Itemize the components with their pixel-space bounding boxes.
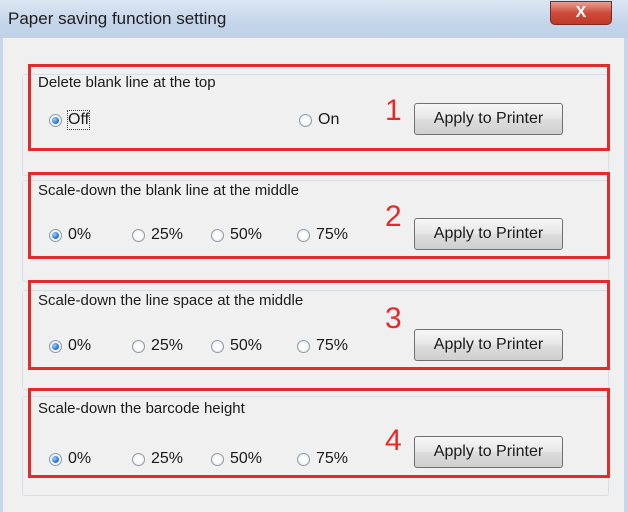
radio-unselected-icon (297, 452, 310, 466)
radio-label: 50% (230, 226, 263, 243)
radio-space-0[interactable]: 0% (49, 337, 91, 355)
apply-to-printer-button-3[interactable]: Apply to Printer (414, 329, 563, 361)
close-icon: X (575, 4, 587, 21)
radio-label: 25% (151, 226, 184, 243)
settings-pane: Delete blank line at the top Off On 1 Ap… (3, 38, 624, 512)
radio-blank-75[interactable]: 75% (297, 226, 348, 244)
radio-unselected-icon (211, 228, 224, 242)
window-frame-right (624, 38, 628, 512)
radio-label: 75% (316, 337, 349, 354)
radio-unselected-icon (297, 228, 310, 242)
radio-label: 25% (151, 337, 184, 354)
radio-label: 75% (316, 450, 349, 467)
radio-space-50[interactable]: 50% (211, 337, 262, 355)
radio-selected-icon (49, 228, 62, 242)
number-label-1: 1 (385, 94, 402, 127)
radio-off-label: Off (66, 110, 91, 130)
radio-selected-icon (49, 113, 62, 127)
radio-unselected-icon (132, 339, 145, 353)
radio-label: 0% (68, 450, 92, 467)
radio-unselected-icon (211, 339, 224, 353)
number-label-3: 3 (385, 302, 402, 335)
radio-selected-icon (49, 452, 62, 466)
radio-label: 50% (230, 450, 263, 467)
radio-off[interactable]: Off (49, 110, 91, 130)
radio-unselected-icon (132, 228, 145, 242)
close-button[interactable]: X (550, 1, 612, 25)
radio-label: 25% (151, 450, 184, 467)
group-title-scale-barcode: Scale-down the barcode height (38, 400, 245, 417)
radio-selected-icon (49, 339, 62, 353)
radio-barcode-50[interactable]: 50% (211, 450, 262, 468)
radio-barcode-25[interactable]: 25% (132, 450, 183, 468)
group-title-scale-line-space: Scale-down the line space at the middle (38, 292, 304, 309)
radio-barcode-75[interactable]: 75% (297, 450, 348, 468)
radio-barcode-0[interactable]: 0% (49, 450, 91, 468)
radio-label: 75% (316, 226, 349, 243)
group-title-delete-blank-line: Delete blank line at the top (38, 74, 216, 91)
radio-on-label: On (318, 111, 340, 128)
apply-to-printer-button-4[interactable]: Apply to Printer (414, 436, 563, 468)
radio-space-75[interactable]: 75% (297, 337, 348, 355)
radio-label: 50% (230, 337, 263, 354)
radio-unselected-icon (299, 113, 312, 127)
number-label-2: 2 (385, 200, 402, 233)
radio-label: 0% (68, 226, 92, 243)
radio-blank-0[interactable]: 0% (49, 226, 91, 244)
group-title-scale-blank-line: Scale-down the blank line at the middle (38, 182, 299, 199)
radio-blank-25[interactable]: 25% (132, 226, 183, 244)
radio-on[interactable]: On (299, 111, 339, 129)
dialog-window: Paper saving function setting X Delete b… (0, 0, 628, 512)
number-label-4: 4 (385, 424, 402, 457)
radio-blank-50[interactable]: 50% (211, 226, 262, 244)
title-bar[interactable]: Paper saving function setting X (0, 0, 628, 39)
radio-unselected-icon (297, 339, 310, 353)
radio-space-25[interactable]: 25% (132, 337, 183, 355)
radio-unselected-icon (132, 452, 145, 466)
window-title: Paper saving function setting (8, 9, 227, 28)
radio-unselected-icon (211, 452, 224, 466)
apply-to-printer-button-1[interactable]: Apply to Printer (414, 103, 563, 135)
radio-label: 0% (68, 337, 92, 354)
apply-to-printer-button-2[interactable]: Apply to Printer (414, 218, 563, 250)
